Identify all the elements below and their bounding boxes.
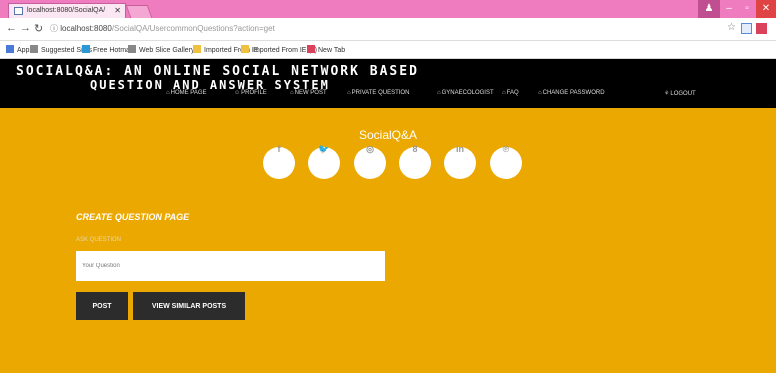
bookmarks-bar: Apps Suggested Sites Free Hotmail Web Slice… <box>0 41 776 59</box>
hero-title: SocialQ&A <box>358 128 418 142</box>
new-tab-button[interactable] <box>125 5 153 18</box>
linkedin-link[interactable]: in <box>444 144 476 179</box>
profile-icon: ☺ <box>234 90 241 96</box>
facebook-icon: f <box>277 144 281 154</box>
newtab-icon <box>307 45 315 53</box>
home-icon: ⌂ <box>437 90 441 96</box>
nav-item[interactable]: ☺PROFILE <box>234 90 267 96</box>
nav-item[interactable]: ⌂FAQ <box>502 90 519 96</box>
post-button[interactable]: POST <box>76 292 128 320</box>
view-similar-posts-button[interactable]: VIEW SIMILAR POSTS <box>133 292 245 320</box>
nav-label: PROFILE <box>241 90 267 96</box>
extension-icon[interactable] <box>756 23 767 34</box>
home-icon: ⌂ <box>347 90 351 96</box>
pinterest-icon: ℗ <box>502 144 510 154</box>
reload-icon[interactable]: ↻ <box>34 22 43 35</box>
windows-icon <box>82 45 90 53</box>
nav-item[interactable]: ⌂NEW POST <box>290 90 327 96</box>
bookmark-label: Web Slice Gallery <box>139 47 195 54</box>
pinterest-link[interactable]: ℗ <box>490 144 522 179</box>
ask-question-label: ASK QUESTION <box>76 237 122 243</box>
facebook-link[interactable]: f <box>263 144 295 179</box>
browser-titlebar: localhost:8080/SocialQA/ ✕ ♟ – ▫ ✕ <box>0 0 776 18</box>
page-icon <box>30 45 38 53</box>
window-controls: ♟ – ▫ ✕ <box>698 0 776 18</box>
extension-icon[interactable] <box>741 23 752 34</box>
page-favicon-icon <box>14 7 23 15</box>
site-header: SOCIALQ&A: AN ONLINE SOCIAL NETWORK BASE… <box>0 59 776 108</box>
browser-tab[interactable]: localhost:8080/SocialQA/ ✕ <box>8 3 126 18</box>
bookmark-item[interactable]: Web Slice Gallery <box>128 45 195 54</box>
page-heading: CREATE QUESTION PAGE <box>76 212 190 222</box>
url-path: /SocialQA/UsercommonQuestions?action=get <box>111 24 275 33</box>
question-input[interactable] <box>76 251 385 281</box>
nav-item[interactable]: ⌂PRIVATE QUESTION <box>347 90 409 96</box>
close-window-icon[interactable]: ✕ <box>756 0 776 18</box>
nav-label: HOME PAGE <box>170 90 207 96</box>
bookmark-star-icon[interactable]: ☆ <box>727 22 736 33</box>
minimize-icon[interactable]: – <box>720 0 738 18</box>
bookmark-item[interactable]: Apps <box>6 45 33 54</box>
nav-item[interactable]: ⌂GYNAECOLOGIST <box>437 90 494 96</box>
address-bar: ← → ↻ ⓘ localhost:8080/SocialQA/Usercomm… <box>0 18 776 41</box>
nav-label: LOGOUT <box>670 91 696 97</box>
apps-grid-icon <box>6 45 14 53</box>
tab-title: localhost:8080/SocialQA/ <box>27 7 106 14</box>
nav-label: FAQ <box>506 90 519 96</box>
user-profile-icon[interactable]: ♟ <box>698 0 720 18</box>
bookmark-label: New Tab <box>318 47 346 54</box>
nav-label: CHANGE PASSWORD <box>542 90 605 96</box>
linkedin-icon: in <box>456 144 464 154</box>
nav-label: GYNAECOLOGIST <box>441 90 494 96</box>
back-arrow-icon[interactable]: ← <box>6 22 17 34</box>
site-title: SOCIALQ&A: AN ONLINE SOCIAL NETWORK BASE… <box>16 64 419 79</box>
bookmark-item[interactable]: Free Hotmail <box>82 45 133 54</box>
twitter-icon: 🐦 <box>318 144 330 154</box>
tab-close-icon[interactable]: ✕ <box>114 4 121 18</box>
nav-label: PRIVATE QUESTION <box>351 90 410 96</box>
nav-item[interactable]: ⌂HOME PAGE <box>166 90 207 96</box>
bookmark-item[interactable]: New Tab <box>307 45 345 54</box>
nav-label: NEW POST <box>294 90 327 96</box>
maximize-icon[interactable]: ▫ <box>738 0 756 18</box>
home-icon: ⌂ <box>538 90 542 96</box>
dribbble-icon: ◎ <box>366 144 374 154</box>
nav-item[interactable]: ⚘LOGOUT <box>664 90 696 97</box>
info-icon: ⓘ <box>50 24 61 33</box>
nav-item[interactable]: ⌂CHANGE PASSWORD <box>538 90 605 96</box>
forward-arrow-icon[interactable]: → <box>20 22 31 34</box>
dribbble-link[interactable]: ◎ <box>354 144 386 179</box>
bookmark-item[interactable]: Imported From IE (1) <box>241 45 317 54</box>
folder-icon <box>193 45 201 53</box>
home-icon: ⌂ <box>290 90 294 96</box>
logout-icon: ⚘ <box>664 91 670 97</box>
main-nav: ⌂HOME PAGE ☺PROFILE ⌂NEW POST ⌂PRIVATE QUES… <box>0 90 776 102</box>
twitter-link[interactable]: 🐦 <box>308 144 340 179</box>
url-host: localhost:8080 <box>60 24 112 33</box>
page-icon <box>128 45 136 53</box>
folder-icon <box>241 45 249 53</box>
url-field[interactable]: ⓘ localhost:8080/SocialQA/UsercommonQues… <box>50 23 275 34</box>
home-icon: ⌂ <box>166 90 170 96</box>
google-plus-link[interactable]: 8 <box>399 144 431 179</box>
home-icon: ⌂ <box>502 90 506 96</box>
google-plus-icon: 8 <box>412 144 418 154</box>
